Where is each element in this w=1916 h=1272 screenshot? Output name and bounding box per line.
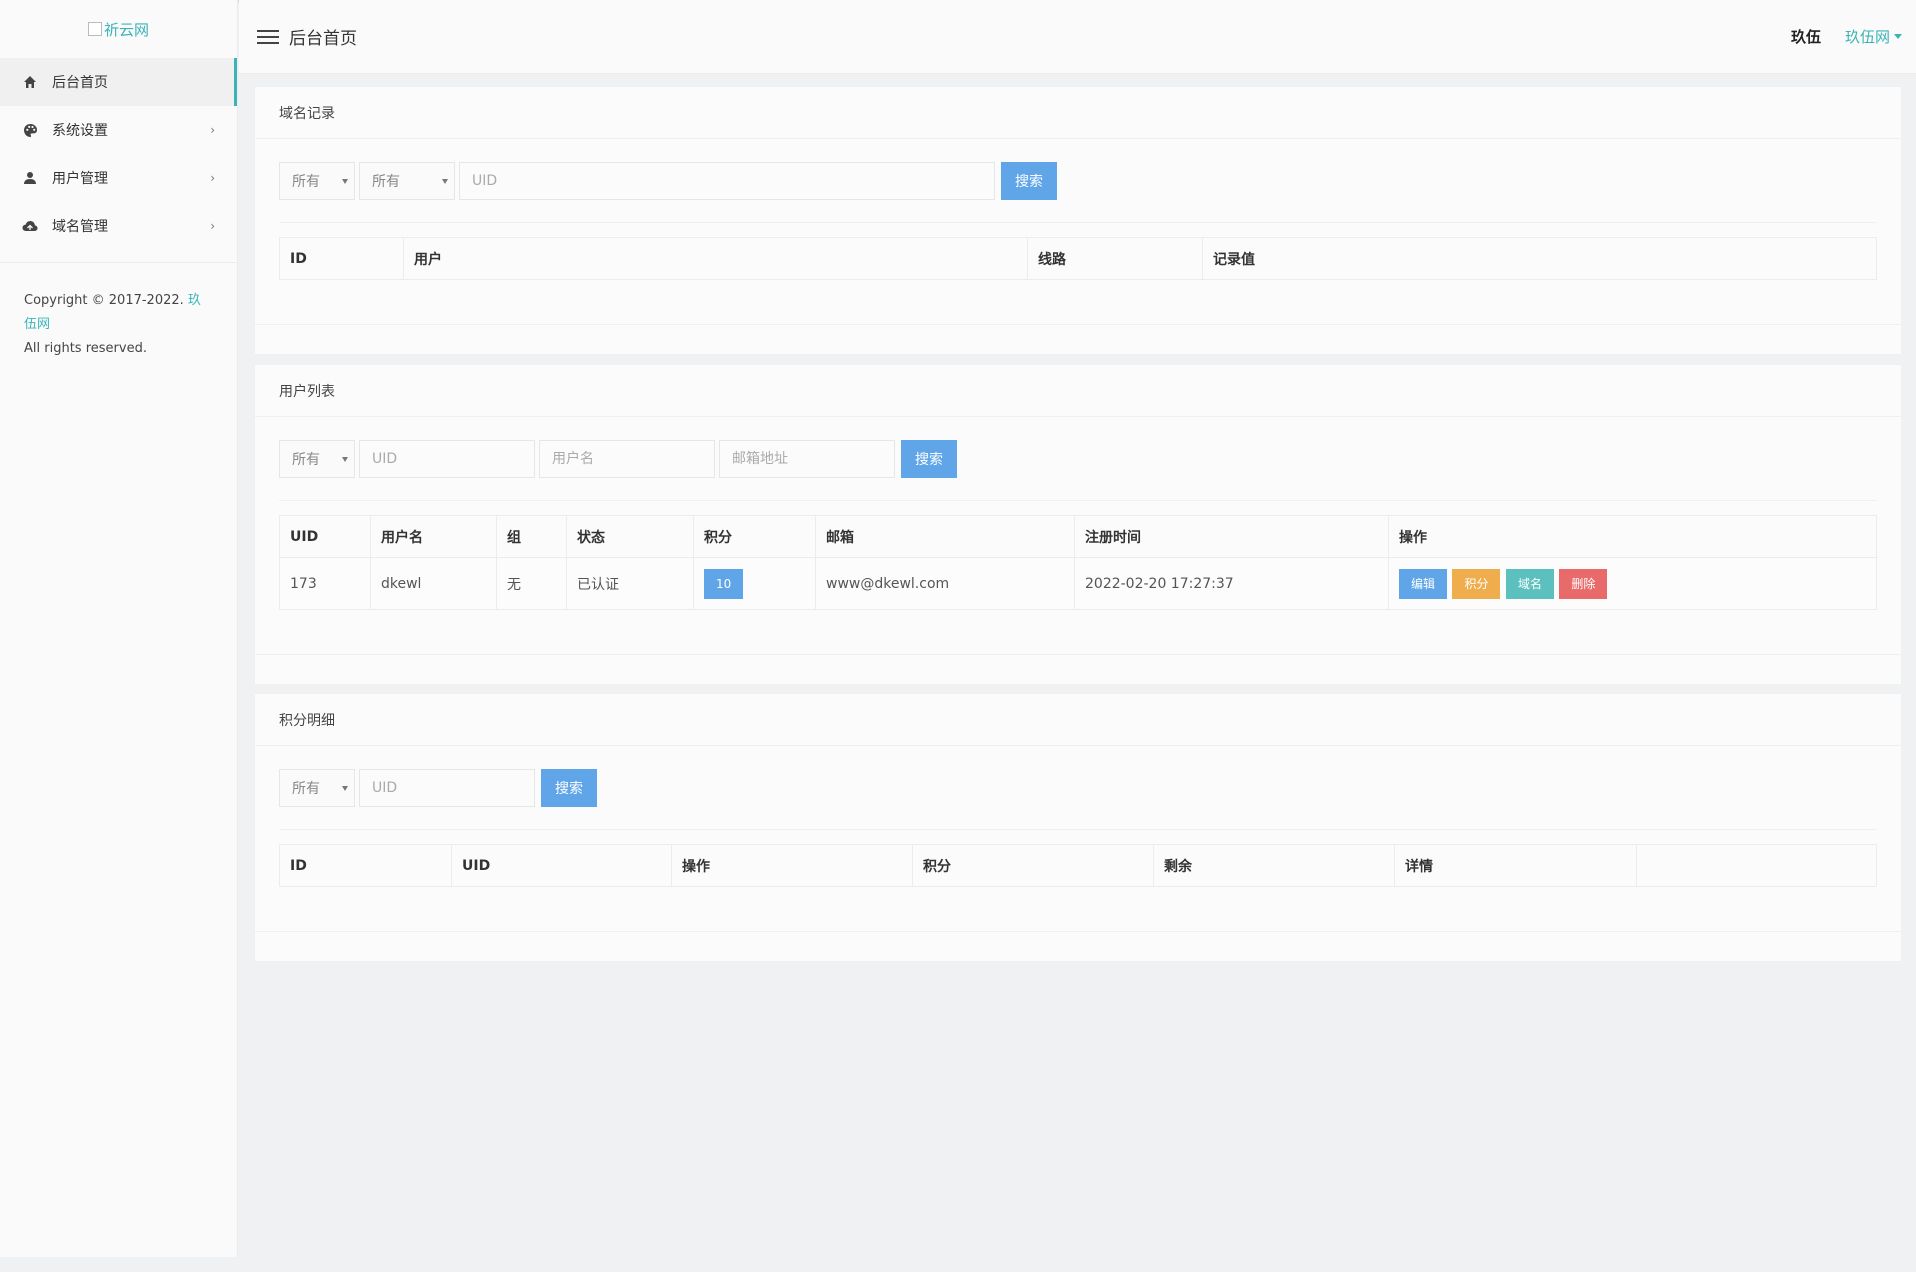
column-header[interactable]: 详情 [1394,844,1637,887]
sidebar-item-system-settings[interactable]: 系统设置 › [0,106,237,154]
logo-alt-text: 祈云网 [103,20,149,39]
column-header[interactable]: UID [279,515,371,558]
column-header[interactable]: 记录值 [1202,237,1877,280]
domain-button[interactable]: 域名 [1505,568,1554,599]
points-detail-table: ID UID 操作 积分 剩余 详情 [279,844,1877,887]
table-header-row: ID 用户 线路 记录值 [279,237,1877,280]
site-dropdown-label: 玖伍网 [1844,28,1890,46]
user-search-row: 所有 搜索 [279,417,1877,501]
select-value: 所有 [292,173,320,190]
top-bar: 后台首页 玖伍 玖伍网 [239,0,1916,74]
cell-uid: 173 [279,557,371,610]
cloud-icon [22,218,38,234]
column-header[interactable]: 积分 [912,844,1154,887]
delete-button[interactable]: 删除 [1559,568,1608,599]
column-header[interactable]: 邮箱 [815,515,1075,558]
caret-down-icon [342,178,348,184]
caret-down-icon [342,456,348,462]
copyright-text: Copyright © 2017-2022. [24,293,184,308]
table-header-row: ID UID 操作 积分 剩余 详情 [279,844,1877,887]
column-header[interactable]: 操作 [671,844,913,887]
sidebar-item-label: 域名管理 [52,219,108,235]
caret-down-icon [342,785,348,791]
select-value: 所有 [292,451,320,468]
sidebar: 祈云网 后台首页 系统设置 › 用户管理 › 域名管理 › Copyright … [0,0,238,1257]
cell-points: 10 [693,557,816,610]
home-icon [22,74,38,90]
table-row: 173 dkewl 无 已认证 10 www@dkewl.com 2022-02… [279,557,1877,610]
cell-group: 无 [496,557,567,610]
sidebar-item-label: 系统设置 [52,123,108,139]
user-filter-select[interactable]: 所有 [279,439,355,478]
select-value: 所有 [372,173,400,190]
cell-status: 已认证 [566,557,694,610]
points-badge[interactable]: 10 [704,568,744,599]
caret-down-icon [1894,34,1902,39]
domain-uid-input[interactable] [459,161,995,200]
column-header[interactable]: UID [451,844,672,887]
column-header[interactable]: 线路 [1027,237,1203,280]
edit-button[interactable]: 编辑 [1399,568,1448,599]
column-header[interactable]: 状态 [566,515,694,558]
site-dropdown[interactable]: 玖伍网 [1845,26,1902,47]
column-header[interactable]: 积分 [693,515,816,558]
domain-filter-select-1[interactable]: 所有 [279,161,355,200]
chevron-right-icon: › [210,171,215,185]
select-value: 所有 [292,780,320,797]
username-input[interactable] [539,439,715,478]
user-search-button[interactable]: 搜索 [901,439,957,478]
table-header-row: UID 用户名 组 状态 积分 邮箱 注册时间 操作 [279,515,1877,558]
user-icon [22,170,38,186]
sidebar-item-label: 后台首页 [52,75,108,91]
column-header[interactable]: 用户 [403,237,1028,280]
chevron-right-icon: › [210,219,215,233]
domain-search-button[interactable]: 搜索 [1001,161,1057,200]
domain-search-row: 所有 所有 搜索 [279,139,1877,223]
domain-filter-select-2[interactable]: 所有 [359,161,455,200]
cell-registered: 2022-02-20 17:27:37 [1074,557,1389,610]
username-label[interactable]: 玖伍 [1791,26,1821,47]
column-header[interactable]: 组 [496,515,567,558]
points-search-button[interactable]: 搜索 [541,768,597,807]
panel-title: 域名记录 [255,87,1901,139]
sidebar-item-dashboard[interactable]: 后台首页 [0,58,237,106]
column-header[interactable]: 操作 [1388,515,1877,558]
user-uid-input[interactable] [359,439,535,478]
caret-down-icon [442,178,448,184]
column-header[interactable]: 用户名 [370,515,497,558]
rights-text: All rights reserved. [24,341,147,356]
user-list-table: UID 用户名 组 状态 积分 邮箱 注册时间 操作 173 dkewl 无 已… [279,515,1877,610]
points-button[interactable]: 积分 [1452,568,1501,599]
points-search-row: 所有 搜索 [279,746,1877,830]
column-header[interactable]: ID [279,844,452,887]
page-title: 后台首页 [289,29,357,49]
column-header[interactable]: ID [279,237,404,280]
palette-icon [22,122,38,138]
cell-actions: 编辑 积分 域名 删除 [1388,557,1877,610]
cell-username: dkewl [370,557,497,610]
cell-email: www@dkewl.com [815,557,1075,610]
column-header[interactable] [1636,844,1877,887]
user-list-panel: 用户列表 所有 搜索 UID 用户名 组 状态 积分 邮箱 注册时间 操作 [254,364,1902,685]
chevron-right-icon: › [210,123,215,137]
site-logo[interactable]: 祈云网 [0,0,237,58]
sidebar-item-domain-management[interactable]: 域名管理 › [0,202,237,250]
sidebar-item-label: 用户管理 [52,171,108,187]
points-uid-input[interactable] [359,768,535,807]
email-input[interactable] [719,439,895,478]
menu-toggle-icon[interactable] [257,26,279,48]
domain-records-table: ID 用户 线路 记录值 [279,237,1877,280]
points-filter-select[interactable]: 所有 [279,768,355,807]
broken-image-icon [87,22,102,36]
column-header[interactable]: 注册时间 [1074,515,1389,558]
domain-records-panel: 域名记录 所有 所有 搜索 ID 用户 线路 记录值 [254,86,1902,355]
points-detail-panel: 积分明细 所有 搜索 ID UID 操作 积分 剩余 详情 [254,693,1902,962]
panel-title: 用户列表 [255,365,1901,417]
column-header[interactable]: 剩余 [1153,844,1395,887]
sidebar-item-user-management[interactable]: 用户管理 › [0,154,237,202]
copyright: Copyright © 2017-2022. 玖伍网 All rights re… [0,263,237,387]
panel-title: 积分明细 [255,694,1901,746]
